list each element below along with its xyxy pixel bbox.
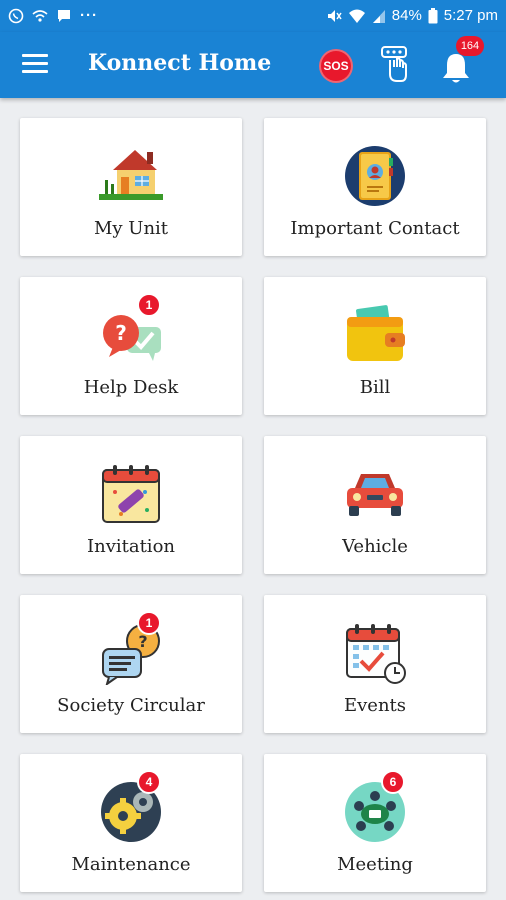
tile-label: Vehicle bbox=[342, 536, 408, 557]
contact-book-icon bbox=[345, 146, 405, 206]
signal-icon bbox=[372, 9, 385, 23]
message-icon bbox=[58, 9, 70, 22]
status-left-icons: ··· bbox=[8, 7, 98, 24]
tile-label: Maintenance bbox=[71, 854, 191, 875]
car-icon bbox=[347, 474, 403, 516]
tile-label: Important Contact bbox=[290, 218, 460, 239]
tile-label: Events bbox=[343, 695, 407, 716]
battery-percent: 84% bbox=[391, 7, 422, 24]
tile-vehicle[interactable]: Vehicle bbox=[264, 436, 486, 574]
tile-label: Invitation bbox=[86, 536, 175, 557]
tile-my-unit[interactable]: My Unit bbox=[20, 118, 242, 256]
wifi-notify-icon bbox=[32, 9, 48, 22]
tile-maintenance[interactable]: 4 Maintenance bbox=[20, 754, 242, 892]
clock: 5:27 pm bbox=[443, 7, 498, 24]
meeting-badge: 6 bbox=[381, 770, 405, 794]
tile-label: Help Desk bbox=[83, 377, 179, 398]
tile-important-contact[interactable]: Important Contact bbox=[264, 118, 486, 256]
battery-icon bbox=[428, 7, 438, 23]
help-desk-badge: 1 bbox=[137, 293, 161, 317]
status-bar: ··· 84% 5:27 pm bbox=[0, 0, 506, 32]
maintenance-badge: 4 bbox=[137, 770, 161, 794]
tile-label: Society Circular bbox=[57, 695, 205, 716]
more-notifications-icon: ··· bbox=[80, 7, 98, 24]
house-icon bbox=[99, 150, 163, 200]
tile-invitation[interactable]: Invitation bbox=[20, 436, 242, 574]
svg-text:?: ? bbox=[115, 321, 127, 345]
wifi-icon bbox=[348, 9, 365, 23]
gate-pass-hand-icon[interactable] bbox=[375, 44, 413, 84]
party-calendar-icon bbox=[102, 465, 160, 523]
menu-icon[interactable] bbox=[22, 54, 48, 76]
wallet-icon bbox=[347, 305, 405, 361]
whatsapp-icon bbox=[8, 8, 24, 23]
tile-label: My Unit bbox=[93, 218, 169, 239]
sos-button[interactable]: SOS bbox=[319, 49, 353, 83]
app-bar: Konnect Home SOS bbox=[0, 32, 506, 98]
status-right-icons: 84% 5:27 pm bbox=[326, 7, 498, 24]
app-title: Konnect Home bbox=[88, 50, 272, 76]
tile-label: Meeting bbox=[337, 854, 413, 875]
notification-count-badge: 164 bbox=[456, 36, 484, 56]
tile-bill[interactable]: Bill bbox=[264, 277, 486, 415]
tile-events[interactable]: Events bbox=[264, 595, 486, 733]
tile-meeting[interactable]: 6 Meeting bbox=[264, 754, 486, 892]
event-calendar-icon bbox=[346, 624, 406, 684]
tile-help-desk[interactable]: ? 1 Help Desk bbox=[20, 277, 242, 415]
society-circular-badge: 1 bbox=[137, 611, 161, 635]
tile-society-circular[interactable]: ? 1 Society Circular bbox=[20, 595, 242, 733]
tile-label: Bill bbox=[359, 377, 391, 398]
mute-icon bbox=[327, 9, 342, 22]
